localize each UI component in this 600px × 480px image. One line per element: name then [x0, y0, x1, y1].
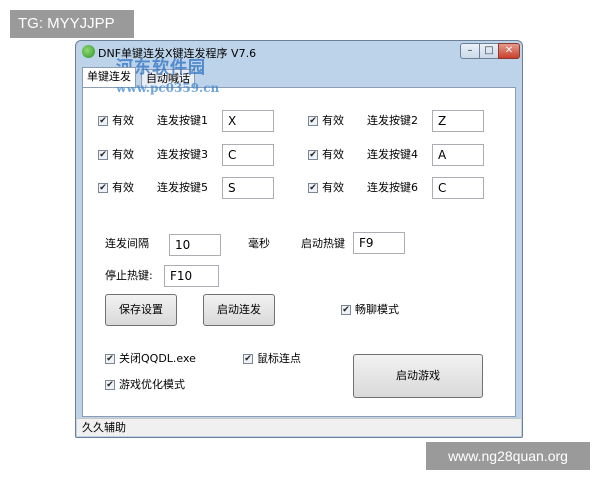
key5-enabled-label: 有效 — [112, 181, 134, 194]
tab-single-key[interactable]: 单键连发 — [82, 67, 136, 87]
key4-input[interactable]: A — [432, 144, 484, 166]
key3-label: 连发按键3 — [157, 148, 208, 161]
close-button[interactable]: ✕ — [498, 43, 520, 59]
key6-input[interactable]: C — [432, 177, 484, 199]
game-optimize-label: 游戏优化模式 — [119, 378, 185, 391]
chat-mode-label: 畅聊模式 — [355, 303, 399, 316]
key1-enabled-checkbox[interactable]: ✔ — [98, 116, 108, 126]
start-game-button[interactable]: 启动游戏 — [353, 354, 483, 398]
key2-enabled-checkbox[interactable]: ✔ — [308, 116, 318, 126]
watermark-tg: TG: MYYJJPP — [10, 10, 134, 38]
mouse-click-checkbox[interactable]: ✔ — [243, 354, 253, 364]
interval-input[interactable]: 10 — [169, 234, 221, 256]
key4-enabled-label: 有效 — [322, 148, 344, 161]
key5-input[interactable]: S — [222, 177, 274, 199]
key5-enabled-checkbox[interactable]: ✔ — [98, 183, 108, 193]
start-hotkey-label: 启动热键 — [301, 237, 345, 250]
key3-input[interactable]: C — [222, 144, 274, 166]
key5-label: 连发按键5 — [157, 181, 208, 194]
minimize-button[interactable]: – — [460, 43, 480, 59]
game-optimize-checkbox[interactable]: ✔ — [105, 380, 115, 390]
status-bar: 久久辅助 — [77, 418, 521, 436]
interval-label: 连发间隔 — [105, 237, 149, 250]
key3-enabled-label: 有效 — [112, 148, 134, 161]
key6-enabled-checkbox[interactable]: ✔ — [308, 183, 318, 193]
interval-unit-label: 毫秒 — [248, 237, 270, 250]
tab-panel: ✔ 有效 连发按键1 X ✔ 有效 连发按键2 Z ✔ 有效 连发按键3 C ✔… — [82, 87, 516, 417]
key1-label: 连发按键1 — [157, 114, 208, 127]
app-window: DNF单键连发X键连发程序 V7.6 – □ ✕ 单键连发 自动喊话 ✔ 有效 … — [75, 40, 523, 438]
start-fire-button[interactable]: 启动连发 — [203, 294, 275, 326]
key4-label: 连发按键4 — [367, 148, 418, 161]
key2-input[interactable]: Z — [432, 110, 484, 132]
key2-label: 连发按键2 — [367, 114, 418, 127]
save-settings-button[interactable]: 保存设置 — [105, 294, 177, 326]
mouse-click-label: 鼠标连点 — [257, 352, 301, 365]
stop-hotkey-label: 停止热键: — [105, 269, 153, 282]
key2-enabled-label: 有效 — [322, 114, 344, 127]
maximize-button[interactable]: □ — [479, 43, 499, 59]
stop-hotkey-input[interactable]: F10 — [164, 265, 219, 287]
key3-enabled-checkbox[interactable]: ✔ — [98, 150, 108, 160]
key6-label: 连发按键6 — [367, 181, 418, 194]
key1-enabled-label: 有效 — [112, 114, 134, 127]
close-qqdl-label: 关闭QQDL.exe — [119, 352, 196, 365]
key6-enabled-label: 有效 — [322, 181, 344, 194]
app-icon — [82, 45, 95, 58]
chat-mode-checkbox[interactable]: ✔ — [341, 305, 351, 315]
key1-input[interactable]: X — [222, 110, 274, 132]
close-qqdl-checkbox[interactable]: ✔ — [105, 354, 115, 364]
watermark-site: www.ng28quan.org — [426, 442, 590, 470]
key4-enabled-checkbox[interactable]: ✔ — [308, 150, 318, 160]
start-hotkey-input[interactable]: F9 — [353, 232, 405, 254]
